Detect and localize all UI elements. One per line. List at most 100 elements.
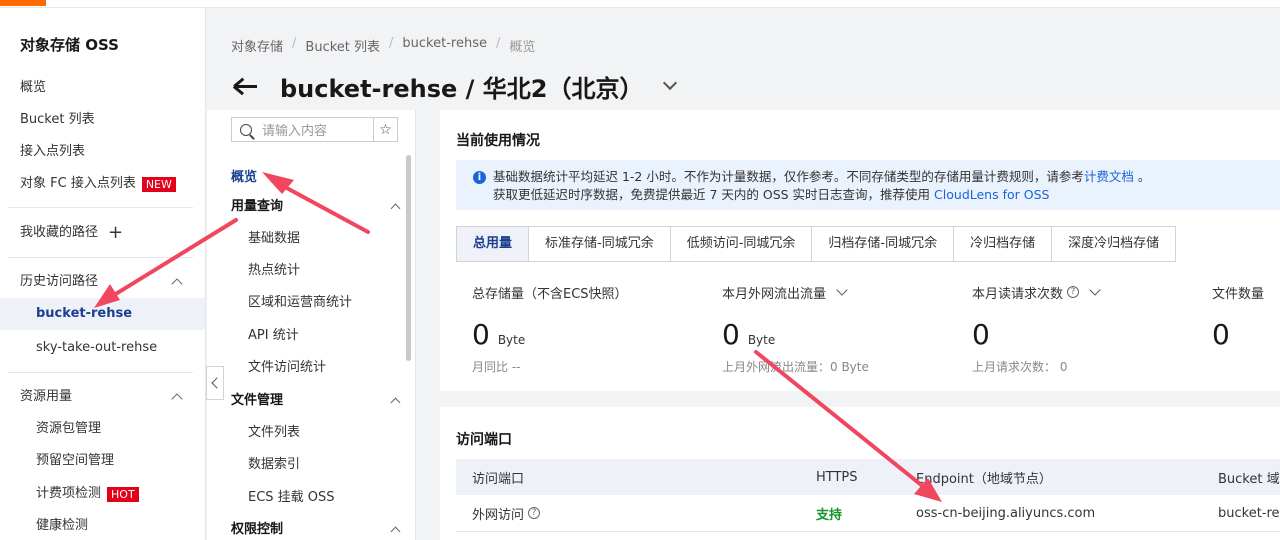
info-notice: i 基础数据统计平均延迟 1-2 小时。不作为计量数据，仅作参考。不同存储类型的…	[456, 160, 1280, 210]
tab-total[interactable]: 总用量	[457, 227, 530, 261]
sidebar-item-label: 计费项检测	[36, 486, 102, 501]
notice-text: 获取更低延迟时序数据，免费提供最近 7 天内的 OSS 实时日志查询，推荐使用	[493, 187, 931, 202]
table-row: 外网访问? 支持 oss-cn-beijing.aliyuncs.com buc…	[456, 495, 1280, 532]
sidebar-group-history[interactable]: 历史访问路径	[20, 272, 98, 292]
new-badge: NEW	[141, 176, 176, 192]
usage-title: 当前使用情况	[456, 133, 540, 149]
bucket-nav-item[interactable]: 热点统计	[248, 261, 300, 281]
sidebar-item-fc-access-points[interactable]: 对象 FC 接入点列表 NEW	[20, 174, 176, 194]
sidebar-group-resources[interactable]: 资源用量	[20, 387, 72, 407]
breadcrumb-item[interactable]: 对象存储	[231, 36, 283, 55]
chevron-up-icon[interactable]	[390, 526, 401, 537]
stat-file-count: 文件数量 0	[1212, 282, 1265, 352]
search-placeholder: 请输入内容	[262, 124, 328, 139]
notice-text: 。	[1137, 169, 1151, 184]
billing-doc-link[interactable]: 计费文档	[1084, 169, 1134, 184]
help-icon[interactable]: ?	[528, 507, 541, 519]
sidebar-item-health-check[interactable]: 健康检测	[36, 516, 88, 536]
plus-icon[interactable]: +	[108, 224, 123, 242]
bucket-nav-item[interactable]: 文件访问统计	[248, 358, 326, 378]
breadcrumb-item[interactable]: bucket-rehse	[402, 36, 487, 55]
chevron-left-icon	[210, 377, 223, 389]
stat-unit: Byte	[747, 333, 776, 347]
collapse-sidebar-button[interactable]	[206, 366, 224, 400]
divider	[415, 110, 416, 540]
sidebar-item-overview[interactable]: 概览	[20, 78, 46, 98]
favorite-star-button[interactable]: ☆	[373, 117, 398, 142]
https-support: 支持	[816, 507, 843, 523]
bucket-nav-group-access[interactable]: 权限控制	[231, 520, 283, 540]
stat-total-storage: 总存储量（不含ECS快照） 0 Byte 月同比 --	[472, 282, 628, 375]
endpoints-title: 访问端口	[456, 432, 512, 448]
port-name: 外网访问	[472, 507, 525, 523]
chevron-down-icon[interactable]	[663, 75, 678, 91]
column-header: Bucket 域名	[1218, 471, 1280, 487]
help-icon[interactable]: ?	[1067, 286, 1080, 298]
product-sidebar: 对象存储 OSS 概览 Bucket 列表 接入点列表 对象 FC 接入点列表 …	[0, 8, 206, 540]
history-item-sky-take-out[interactable]: sky-take-out-rehse	[36, 338, 157, 358]
sidebar-item-reserved-space[interactable]: 预留空间管理	[36, 451, 114, 471]
breadcrumb-current: 概览	[509, 40, 536, 55]
tab-archive[interactable]: 归档存储-同城冗余	[812, 227, 955, 261]
storage-type-tabs: 总用量 标准存储-同城冗余 低频访问-同城冗余 归档存储-同城冗余 冷归档存储 …	[456, 226, 1177, 262]
stat-sub: 上月外网流出流量：0 Byte	[722, 360, 869, 374]
sidebar-item-billing-check[interactable]: 计费项检测 HOT	[36, 484, 139, 504]
sidebar-item-label: 我收藏的路径	[20, 225, 99, 240]
bucket-sidebar: 请输入内容 ☆ 概览 用量查询 基础数据 热点统计 区域和运营商统计 API 统…	[207, 110, 415, 540]
bucket-nav-overview[interactable]: 概览	[231, 166, 257, 185]
hot-badge: HOT	[107, 486, 139, 502]
history-item-bucket-rehse[interactable]: bucket-rehse	[0, 298, 205, 330]
stat-label: 本月读请求次数	[972, 286, 1064, 302]
bucket-nav-item[interactable]: 文件列表	[248, 423, 300, 443]
tab-cold-archive[interactable]: 冷归档存储	[954, 227, 1053, 261]
chevron-up-icon[interactable]	[390, 203, 401, 214]
divider	[8, 257, 193, 258]
breadcrumb-item[interactable]: Bucket 列表	[305, 36, 380, 55]
chevron-down-icon[interactable]	[836, 284, 848, 296]
bucket-nav-item[interactable]: 基础数据	[248, 229, 300, 249]
chevron-down-icon[interactable]	[1089, 284, 1101, 296]
divider	[8, 372, 193, 373]
chevron-up-icon[interactable]	[171, 278, 183, 290]
tab-standard[interactable]: 标准存储-同城冗余	[529, 227, 671, 261]
stat-value: 0	[722, 318, 740, 351]
column-header: HTTPS	[816, 469, 858, 485]
search-input[interactable]: 请输入内容	[231, 117, 374, 142]
info-icon: i	[473, 171, 486, 184]
bucket-nav-group-files[interactable]: 文件管理	[231, 391, 283, 411]
endpoints-card: 访问端口 访问端口 HTTPS Endpoint（地域节点） Bucket 域名…	[440, 407, 1280, 540]
stat-read-requests: 本月读请求次数? 0 上月请求次数： 0	[972, 282, 1101, 375]
stat-sub: 月同比 --	[472, 360, 521, 374]
divider	[8, 207, 193, 208]
stat-label: 文件数量	[1212, 286, 1265, 302]
cloudlens-link[interactable]: CloudLens for OSS	[934, 187, 1049, 202]
bucket-nav-item[interactable]: API 统计	[248, 326, 299, 346]
endpoint-value: oss-cn-beijing.aliyuncs.com	[916, 505, 1096, 521]
brand-logo[interactable]	[0, 0, 46, 6]
bucket-nav-item[interactable]: ECS 挂载 OSS	[248, 488, 335, 508]
tab-infrequent[interactable]: 低频访问-同城冗余	[670, 227, 813, 261]
bucket-nav-item[interactable]: 数据索引	[248, 455, 300, 475]
bucket-nav-item[interactable]: 区域和运营商统计	[248, 293, 352, 313]
search-icon	[240, 123, 252, 136]
sidebar-item-access-points[interactable]: 接入点列表	[20, 142, 85, 162]
chevron-up-icon[interactable]	[390, 397, 401, 408]
notice-text: 基础数据统计平均延迟 1-2 小时。不作为计量数据，仅作参考。不同存储类型的存储…	[493, 169, 1084, 184]
sidebar-item-resource-packages[interactable]: 资源包管理	[36, 419, 101, 439]
stat-unit: Byte	[497, 333, 526, 347]
stat-value: 0	[1212, 318, 1230, 351]
back-arrow-icon[interactable]	[232, 73, 258, 99]
sidebar-item-favorites[interactable]: 我收藏的路径 +	[20, 223, 123, 243]
bucket-domain: bucket-rehse	[1218, 505, 1280, 521]
stat-outbound-traffic: 本月外网流出流量 0 Byte 上月外网流出流量：0 Byte	[722, 282, 869, 375]
column-header: Endpoint（地域节点）	[916, 471, 1052, 487]
usage-card: 当前使用情况 i 基础数据统计平均延迟 1-2 小时。不作为计量数据，仅作参考。…	[440, 110, 1280, 391]
sidebar-item-bucket-list[interactable]: Bucket 列表	[20, 110, 95, 130]
chevron-up-icon[interactable]	[171, 393, 183, 405]
stat-label: 本月外网流出流量	[722, 286, 827, 302]
sidebar-scrollbar[interactable]	[406, 155, 411, 361]
page-title: bucket-rehse / 华北2（北京）	[280, 74, 644, 103]
tab-deep-cold-archive[interactable]: 深度冷归档存储	[1052, 227, 1176, 261]
bucket-nav-group-usage[interactable]: 用量查询	[231, 197, 283, 217]
product-title: 对象存储 OSS	[20, 36, 119, 54]
